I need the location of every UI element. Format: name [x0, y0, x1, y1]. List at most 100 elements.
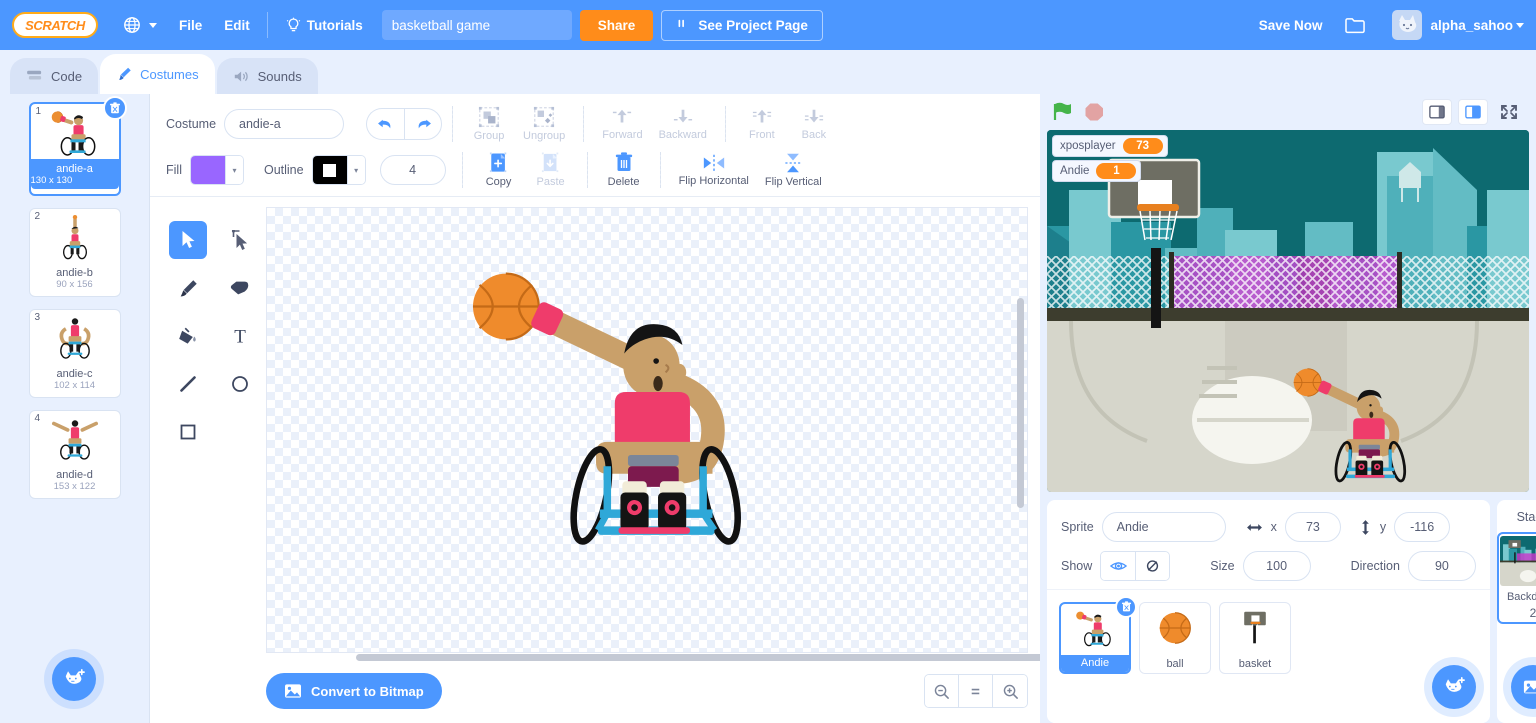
flip-horizontal-button[interactable]: Flip Horizontal: [671, 153, 757, 187]
monitor-andie[interactable]: Andie 1: [1052, 160, 1142, 182]
arrow-cursor-icon: [182, 231, 194, 248]
rectangle-tool[interactable]: [169, 413, 207, 451]
my-stuff-button[interactable]: [1333, 10, 1378, 41]
save-now-button[interactable]: Save Now: [1248, 12, 1334, 39]
show-hidden-button[interactable]: [1135, 552, 1170, 580]
add-costume-button[interactable]: [52, 657, 96, 701]
large-stage-icon: [1465, 105, 1481, 119]
fill-tool[interactable]: [169, 317, 207, 355]
outline-swatch: [312, 156, 347, 184]
zoom-out-button[interactable]: [925, 675, 959, 707]
tab-code[interactable]: Code: [10, 58, 99, 94]
backward-button[interactable]: Backward: [651, 107, 715, 141]
stage-selector-card[interactable]: Backdrops 2: [1496, 532, 1536, 624]
circle-icon: [232, 376, 248, 392]
zoom-reset-button[interactable]: [959, 675, 993, 707]
sprite-name-input[interactable]: Andie: [1101, 512, 1226, 542]
username-menu[interactable]: alpha_sahoo: [1430, 18, 1524, 33]
canvas-vertical-scrollbar[interactable]: [1017, 298, 1024, 508]
canvas-area: Convert to Bitmap: [266, 207, 1040, 723]
language-selector[interactable]: [112, 10, 168, 40]
forward-button[interactable]: Forward: [594, 107, 650, 141]
redo-button[interactable]: [404, 108, 443, 140]
tab-sounds[interactable]: Sounds: [216, 58, 318, 94]
monitor-xposplayer[interactable]: xposplayer 73: [1052, 135, 1168, 157]
line-tool[interactable]: [169, 365, 207, 403]
paint-canvas[interactable]: [266, 207, 1028, 653]
x-position-input[interactable]: 73: [1284, 512, 1341, 542]
sprite-item-andie[interactable]: Andie: [1059, 596, 1137, 674]
select-tool[interactable]: [169, 221, 207, 259]
stage-sprite-andie[interactable]: [1287, 365, 1417, 485]
canvas-horizontal-scrollbar[interactable]: [356, 654, 1040, 661]
delete-button[interactable]: Delete: [598, 152, 650, 188]
costume-number: 2: [34, 211, 41, 222]
reshape-tool[interactable]: [221, 221, 259, 259]
costume-item-3[interactable]: 3 andie-c 102 x 114: [28, 309, 121, 398]
menu-file[interactable]: File: [168, 12, 213, 39]
convert-to-bitmap-button[interactable]: Convert to Bitmap: [266, 673, 442, 709]
costume-name-input[interactable]: andie-a: [224, 109, 345, 139]
paint-toolbar: Costume andie-a Group Ungroup Forward Ba…: [150, 94, 1040, 197]
costume-size: 90 x 156: [56, 279, 93, 290]
see-project-page-button[interactable]: See Project Page: [661, 9, 823, 41]
eraser-tool[interactable]: [221, 269, 259, 307]
undo-button[interactable]: [366, 108, 405, 140]
fill-color-picker[interactable]: ▾: [189, 155, 244, 185]
costume-thumbnail: [45, 314, 105, 366]
stop-button[interactable]: [1084, 102, 1104, 122]
text-tool[interactable]: T: [221, 317, 259, 355]
size-label: Size: [1210, 559, 1235, 573]
add-sprite-button[interactable]: [1431, 665, 1476, 709]
canvas-horizontal-scroll-track: [266, 653, 1040, 667]
large-stage-button[interactable]: [1458, 99, 1488, 125]
scratch-logo[interactable]: SCRATCH: [12, 12, 98, 38]
y-position-icon: [1362, 519, 1369, 535]
undo-arrow-icon: [378, 119, 391, 129]
fullscreen-button[interactable]: [1494, 99, 1524, 125]
costume-item-4[interactable]: 4 andie-d 153 x 122: [28, 410, 121, 499]
front-button[interactable]: Front: [736, 107, 788, 141]
avatar[interactable]: [1392, 10, 1423, 40]
costume-item-2[interactable]: 2 andie-b 90 x 156: [28, 208, 121, 297]
sprite-thumbnail: [1231, 607, 1279, 649]
y-position-input[interactable]: -116: [1394, 512, 1451, 542]
group-button[interactable]: Group: [463, 106, 515, 142]
costume-size: 153 x 122: [53, 481, 96, 492]
flip-vertical-button[interactable]: Flip Vertical: [757, 152, 830, 188]
toolbar-divider: [724, 106, 726, 142]
green-flag-icon: [1053, 102, 1071, 120]
ungroup-button[interactable]: Ungroup: [515, 106, 573, 142]
delete-costume-button[interactable]: [102, 96, 127, 120]
menu-tutorials[interactable]: Tutorials: [274, 11, 374, 40]
cat-avatar-icon: [1399, 15, 1417, 32]
sprite-item-ball[interactable]: ball: [1139, 602, 1211, 674]
back-button[interactable]: Back: [788, 107, 840, 141]
size-input[interactable]: 100: [1242, 551, 1311, 581]
outline-color-picker[interactable]: ▾: [311, 155, 366, 185]
project-title-input[interactable]: [381, 10, 572, 40]
menu-edit[interactable]: Edit: [213, 12, 261, 39]
stroke-width-input[interactable]: 4: [379, 155, 446, 185]
sprite-item-basket[interactable]: basket: [1219, 602, 1291, 674]
copy-button[interactable]: Copy: [473, 152, 525, 188]
small-stage-button[interactable]: [1422, 99, 1452, 125]
costume-item-1[interactable]: 1 andie-a 130 x 130: [28, 96, 127, 196]
delete-sprite-button[interactable]: [1115, 596, 1137, 618]
monitor-value: 73: [1122, 138, 1163, 154]
paintbrush-icon: [119, 67, 131, 80]
direction-input[interactable]: 90: [1407, 551, 1476, 581]
show-visible-button[interactable]: [1101, 552, 1136, 580]
costume-thumbnail: [45, 415, 105, 467]
brush-tool[interactable]: [169, 269, 207, 307]
tab-costumes[interactable]: Costumes: [100, 54, 215, 94]
stage-selector-panel: Stage: [1496, 500, 1536, 723]
add-backdrop-button[interactable]: [1510, 665, 1536, 709]
zoom-in-button[interactable]: [993, 675, 1027, 707]
circle-tool[interactable]: [221, 365, 259, 403]
share-button[interactable]: Share: [579, 9, 654, 41]
paste-button[interactable]: Paste: [525, 152, 577, 188]
rectangle-icon: [180, 424, 196, 440]
stage-canvas[interactable]: xposplayer 73 Andie 1: [1047, 130, 1529, 492]
green-flag-button[interactable]: [1052, 101, 1074, 123]
